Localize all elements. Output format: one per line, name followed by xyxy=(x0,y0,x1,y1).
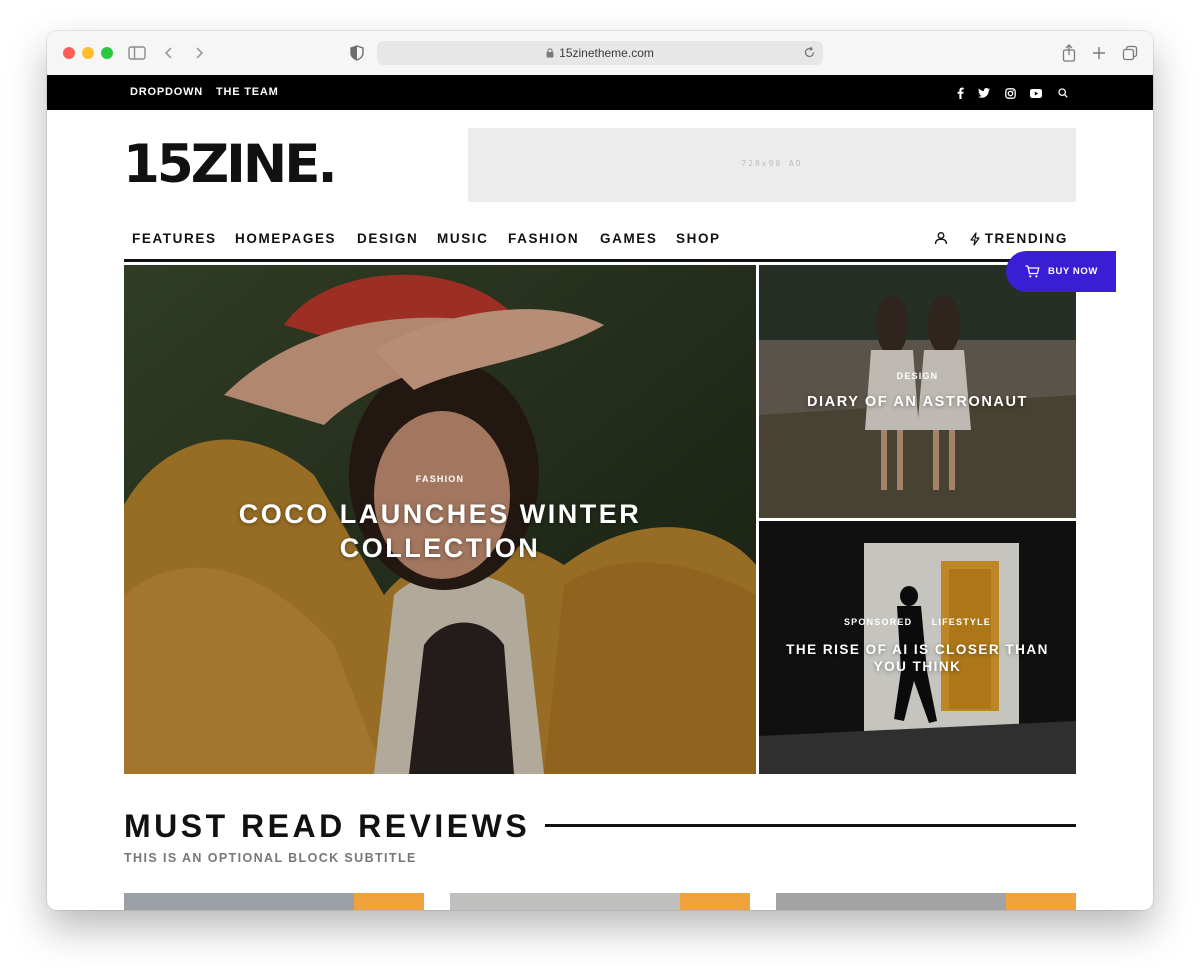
lock-icon xyxy=(546,47,554,58)
hero-bottom-right-title-line2: YOU THINK xyxy=(873,659,962,674)
youtube-icon[interactable] xyxy=(1029,86,1043,100)
trending-label: TRENDING xyxy=(984,231,1068,246)
review-card[interactable] xyxy=(124,893,424,910)
site-logo[interactable]: 15ZINE. xyxy=(123,135,338,195)
nav-item-design[interactable]: DESIGN xyxy=(357,231,418,246)
browser-toolbar: 15zinetheme.com xyxy=(47,31,1153,76)
nav-item-shop[interactable]: SHOP xyxy=(676,231,721,246)
hero-top-right-title[interactable]: DIARY OF AN ASTRONAUT xyxy=(759,393,1076,411)
buy-now-button[interactable]: BUY NOW xyxy=(1006,251,1116,292)
hero-main-category[interactable]: FASHION xyxy=(124,474,756,484)
url-text: 15zinetheme.com xyxy=(377,46,823,60)
bolt-icon xyxy=(969,231,981,246)
hero-top-right-category[interactable]: DESIGN xyxy=(759,371,1076,381)
category-sponsored[interactable]: SPONSORED xyxy=(844,617,912,627)
review-card[interactable] xyxy=(450,893,750,910)
review-card-image xyxy=(124,893,354,910)
reload-icon[interactable] xyxy=(803,46,817,60)
hero-bottom-right-categories: SPONSORED LIFESTYLE xyxy=(759,617,1076,627)
nav-item-fashion[interactable]: FASHION xyxy=(508,231,579,246)
ad-label: 728x90 AD xyxy=(741,159,803,168)
hero-bottom-right-article[interactable]: SPONSORED LIFESTYLE THE RISE OF AI IS CL… xyxy=(759,521,1076,774)
nav-item-features[interactable]: FEATURES xyxy=(132,231,217,246)
twitter-icon[interactable] xyxy=(977,86,991,100)
review-card-image xyxy=(776,893,1006,910)
forward-icon[interactable] xyxy=(189,43,209,63)
web-page: DROPDOWN THE TEAM 15ZINE. 728x90 AD FEAT… xyxy=(47,75,1153,910)
category-lifestyle[interactable]: LIFESTYLE xyxy=(932,617,991,627)
section-divider xyxy=(545,824,1076,827)
hero-main-article[interactable]: FASHION COCO LAUNCHES WINTER COLLECTION xyxy=(124,265,756,774)
nav-item-music[interactable]: MUSIC xyxy=(437,231,489,246)
review-score-badge xyxy=(680,893,750,910)
address-bar[interactable]: 15zinetheme.com xyxy=(377,41,823,65)
nav-item-homepages[interactable]: HOMEPAGES xyxy=(235,231,336,246)
minimize-window-button[interactable] xyxy=(82,47,94,59)
instagram-icon[interactable] xyxy=(1003,86,1017,100)
hero-bottom-right-title-line1: THE RISE OF AI IS CLOSER THAN xyxy=(786,642,1049,657)
share-icon[interactable] xyxy=(1059,43,1079,63)
privacy-shield-icon[interactable] xyxy=(347,43,367,63)
back-icon[interactable] xyxy=(159,43,179,63)
review-card[interactable] xyxy=(776,893,1076,910)
new-tab-icon[interactable] xyxy=(1089,43,1109,63)
close-window-button[interactable] xyxy=(63,47,75,59)
section-title: MUST READ REVIEWS xyxy=(124,808,531,844)
section-subtitle: THIS IS AN OPTIONAL BLOCK SUBTITLE xyxy=(124,851,417,865)
review-score-badge xyxy=(354,893,424,910)
trending-button[interactable]: TRENDING xyxy=(969,231,1068,246)
nav-item-games[interactable]: GAMES xyxy=(600,231,658,246)
maximize-window-button[interactable] xyxy=(101,47,113,59)
sidebar-toggle-icon[interactable] xyxy=(127,43,147,63)
topbar-link-dropdown[interactable]: DROPDOWN xyxy=(130,86,203,98)
url-label: 15zinetheme.com xyxy=(559,46,654,60)
user-icon[interactable] xyxy=(934,231,950,247)
search-icon[interactable] xyxy=(1056,86,1070,100)
review-card-image xyxy=(450,893,680,910)
review-score-badge xyxy=(1006,893,1076,910)
main-nav: FEATURES HOMEPAGES DESIGN MUSIC FASHION … xyxy=(124,227,1076,262)
hero-main-title[interactable]: COCO LAUNCHES WINTER COLLECTION xyxy=(124,497,756,565)
buy-now-label: BUY NOW xyxy=(1048,266,1098,277)
hero-main-title-line2: COLLECTION xyxy=(339,533,541,563)
top-bar: DROPDOWN THE TEAM xyxy=(47,75,1153,110)
facebook-icon[interactable] xyxy=(953,86,967,100)
cart-icon xyxy=(1025,264,1041,279)
hero-bottom-right-title[interactable]: THE RISE OF AI IS CLOSER THAN YOU THINK xyxy=(759,641,1076,675)
hero-top-right-overlay xyxy=(759,265,1076,518)
hero-top-right-article[interactable]: DESIGN DIARY OF AN ASTRONAUT xyxy=(759,265,1076,518)
topbar-link-the-team[interactable]: THE TEAM xyxy=(216,86,279,98)
browser-window: 15zinetheme.com DROPDOWN THE TEAM 15ZINE… xyxy=(47,31,1153,910)
ad-banner[interactable]: 728x90 AD xyxy=(468,128,1076,202)
hero-main-title-line1: COCO LAUNCHES WINTER xyxy=(238,499,642,529)
tab-overview-icon[interactable] xyxy=(1120,43,1140,63)
